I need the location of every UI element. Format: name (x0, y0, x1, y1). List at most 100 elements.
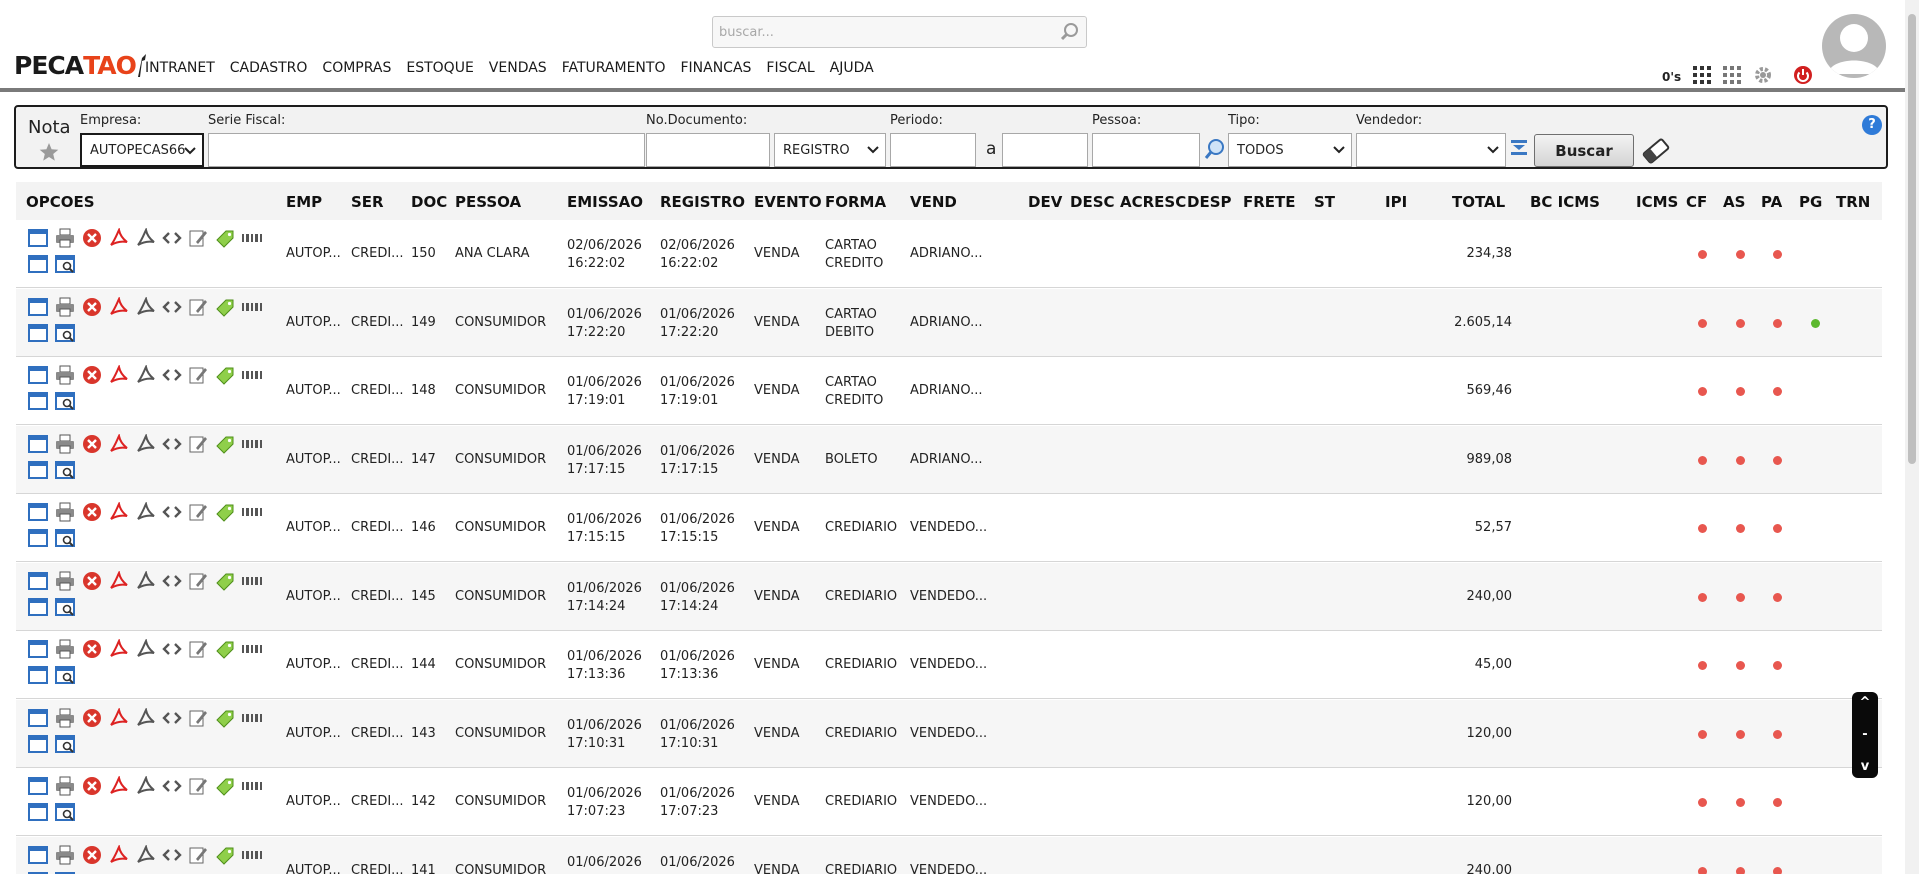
edit-icon[interactable] (188, 776, 208, 800)
cancel-icon[interactable] (82, 708, 102, 732)
cancel-icon[interactable] (82, 639, 102, 663)
edit-icon[interactable] (188, 228, 208, 252)
grid-icon[interactable] (1693, 66, 1712, 88)
table-row[interactable]: AUTOP... CREDI... 143 CONSUMIDOR VENDA VENDED… (16, 699, 1882, 768)
window-icon[interactable] (28, 254, 48, 278)
col-frete[interactable]: FRETE (1243, 193, 1296, 211)
tag-icon[interactable] (215, 571, 235, 595)
edit-icon[interactable] (188, 365, 208, 389)
cancel-icon[interactable] (82, 365, 102, 389)
code-icon[interactable] (162, 297, 182, 321)
code-icon[interactable] (162, 845, 182, 869)
code-icon[interactable] (162, 708, 182, 732)
favorite-star-icon[interactable] (38, 141, 60, 167)
search-icon[interactable] (1060, 22, 1080, 46)
col-as[interactable]: AS (1723, 193, 1745, 211)
window-icon[interactable] (28, 665, 48, 689)
window-icon[interactable] (28, 365, 48, 389)
print-icon[interactable] (55, 639, 75, 663)
barcode-icon[interactable] (241, 639, 263, 663)
table-row[interactable]: AUTOP... CREDI... 144 CONSUMIDOR VENDA VENDED… (16, 631, 1882, 699)
col-pa[interactable]: PA (1761, 193, 1782, 211)
preview-icon[interactable] (55, 871, 75, 874)
preview-icon[interactable] (55, 734, 75, 758)
print-icon[interactable] (55, 434, 75, 458)
print-icon[interactable] (55, 297, 75, 321)
code-icon[interactable] (162, 502, 182, 526)
col-registro[interactable]: REGISTRO (660, 193, 745, 211)
periodo-to-input[interactable] (1002, 133, 1088, 167)
documento-input[interactable] (646, 133, 770, 167)
window-icon[interactable] (28, 639, 48, 663)
power-icon[interactable] (1793, 65, 1813, 89)
edit-icon[interactable] (188, 708, 208, 732)
col-emissao[interactable]: EMISSAO (567, 193, 643, 211)
pdf-outline-icon[interactable] (136, 500, 156, 526)
pdf-outline-icon[interactable] (136, 226, 156, 252)
tipo-select[interactable]: TODOS (1228, 133, 1352, 167)
pdf-icon[interactable] (109, 226, 129, 252)
cancel-icon[interactable] (82, 228, 102, 252)
page-scrollbar[interactable] (1905, 0, 1919, 874)
print-icon[interactable] (55, 571, 75, 595)
code-icon[interactable] (162, 434, 182, 458)
edit-icon[interactable] (188, 571, 208, 595)
edit-icon[interactable] (188, 845, 208, 869)
pessoa-input[interactable] (1092, 133, 1200, 167)
barcode-icon[interactable] (241, 365, 263, 389)
col-cf[interactable]: CF (1686, 193, 1707, 211)
expand-filters-icon[interactable] (1510, 139, 1528, 161)
window-icon[interactable] (28, 597, 48, 621)
table-row[interactable]: AUTOP... CREDI... 141 CONSUMIDOR VENDA VENDED… (16, 836, 1882, 874)
preview-icon[interactable] (55, 665, 75, 689)
barcode-icon[interactable] (241, 776, 263, 800)
print-icon[interactable] (55, 228, 75, 252)
window-icon[interactable] (28, 776, 48, 800)
menu-item-faturamento[interactable]: FATURAMENTO (562, 60, 666, 76)
col-total[interactable]: TOTAL (1452, 193, 1505, 211)
col-trn[interactable]: TRN (1836, 193, 1870, 211)
col-desc[interactable]: DESC (1070, 193, 1115, 211)
scrollbar-thumb[interactable] (1908, 14, 1916, 464)
empresa-select[interactable]: AUTOPECAS66 (80, 133, 204, 167)
col-acresc[interactable]: ACRESC (1120, 193, 1186, 211)
pdf-icon[interactable] (109, 774, 129, 800)
window-icon[interactable] (28, 434, 48, 458)
cancel-icon[interactable] (82, 434, 102, 458)
col-emp[interactable]: EMP (286, 193, 322, 211)
col-pessoa[interactable]: PESSOA (455, 193, 521, 211)
window-icon[interactable] (28, 708, 48, 732)
gear-icon[interactable] (1753, 65, 1773, 89)
global-search[interactable] (712, 16, 1087, 48)
window-icon[interactable] (28, 871, 48, 874)
scroll-down-button[interactable]: v (1861, 760, 1869, 774)
tag-icon[interactable] (215, 639, 235, 663)
col-ipi[interactable]: IPI (1385, 193, 1407, 211)
col-icms[interactable]: ICMS (1636, 193, 1678, 211)
menu-item-ajuda[interactable]: AJUDA (830, 60, 874, 76)
code-icon[interactable] (162, 365, 182, 389)
col-dev[interactable]: DEV (1028, 193, 1062, 211)
print-icon[interactable] (55, 365, 75, 389)
preview-icon[interactable] (55, 254, 75, 278)
pdf-outline-icon[interactable] (136, 774, 156, 800)
pdf-icon[interactable] (109, 363, 129, 389)
eraser-icon[interactable] (1640, 135, 1672, 171)
print-icon[interactable] (55, 845, 75, 869)
scroll-up-button[interactable]: ^ (1860, 696, 1871, 710)
menu-item-compras[interactable]: COMPRAS (322, 60, 391, 76)
code-icon[interactable] (162, 639, 182, 663)
table-row[interactable]: AUTOP... CREDI... 145 CONSUMIDOR VENDA VENDED… (16, 562, 1882, 631)
pdf-outline-icon[interactable] (136, 843, 156, 869)
pdf-icon[interactable] (109, 637, 129, 663)
cancel-icon[interactable] (82, 571, 102, 595)
menu-item-financas[interactable]: FINANCAS (680, 60, 751, 76)
help-icon[interactable]: ? (1862, 115, 1882, 135)
cancel-icon[interactable] (82, 502, 102, 526)
menu-item-cadastro[interactable]: CADASTRO (230, 60, 308, 76)
barcode-icon[interactable] (241, 845, 263, 869)
apps-icon[interactable] (1723, 66, 1742, 88)
col-doc[interactable]: DOC (411, 193, 447, 211)
menu-item-vendas[interactable]: VENDAS (489, 60, 547, 76)
code-icon[interactable] (162, 776, 182, 800)
